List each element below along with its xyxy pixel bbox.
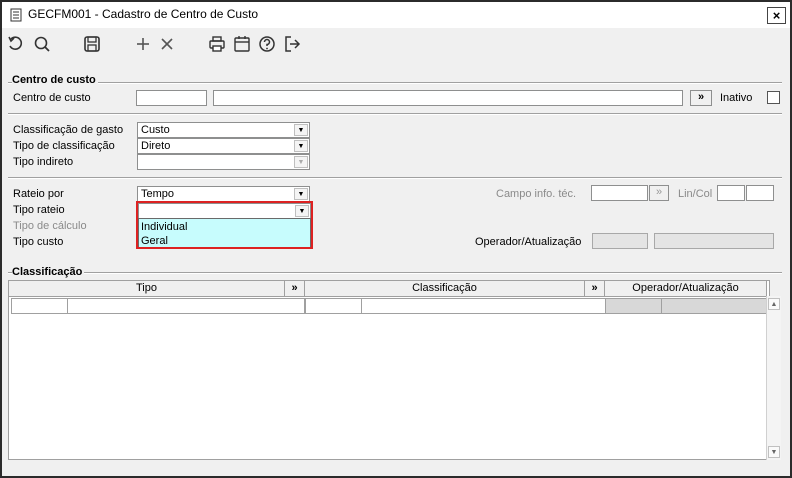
grid-cell-tipo-code[interactable] <box>11 298 68 314</box>
tipo-rateio-label: Tipo rateio <box>13 204 65 216</box>
classificacao-gasto-value: Custo <box>141 124 170 136</box>
campo-info-lookup-button[interactable]: » <box>649 185 669 201</box>
chevron-down-icon: ▼ <box>294 188 308 200</box>
tipo-calculo-label: Tipo de cálculo <box>13 220 87 232</box>
rateio-por-label: Rateio por <box>13 188 64 200</box>
grid-cell-operador <box>605 298 662 314</box>
inativo-checkbox[interactable] <box>767 91 780 104</box>
toolbar <box>2 28 790 60</box>
save-icon[interactable] <box>82 34 102 54</box>
tipo-classificacao-value: Direto <box>141 140 171 152</box>
annotation-highlight-box <box>136 201 313 249</box>
undo-icon[interactable] <box>6 34 26 54</box>
scroll-up-icon[interactable]: ▲ <box>768 298 780 310</box>
classificacao-grid: Tipo » Classificação » Operador/Atualiza… <box>8 280 770 460</box>
centro-custo-lookup-button[interactable]: » <box>690 90 712 106</box>
operador-atualizacao-label: Operador/Atualização <box>475 236 582 248</box>
add-icon[interactable] <box>133 34 153 54</box>
column-header-tipo[interactable]: Tipo <box>9 281 285 297</box>
column-header-classificacao[interactable]: Classificação <box>305 281 585 297</box>
column-header-operador-atualizacao[interactable]: Operador/Atualização <box>605 281 767 297</box>
column-header-classificacao-lookup[interactable]: » <box>585 281 605 297</box>
column-header-tipo-lookup[interactable]: » <box>285 281 305 297</box>
window-title: GECFM001 - Cadastro de Centro de Custo <box>28 7 259 21</box>
exit-icon[interactable] <box>282 34 302 54</box>
campo-info-tec-label: Campo info. téc. <box>496 188 577 200</box>
scroll-down-icon[interactable]: ▼ <box>768 446 780 458</box>
document-icon <box>10 8 22 22</box>
centro-custo-code-input[interactable] <box>136 90 207 106</box>
calendar-icon[interactable] <box>232 34 252 54</box>
search-icon[interactable] <box>32 34 52 54</box>
close-button[interactable]: × <box>767 7 786 24</box>
lin-input[interactable] <box>717 185 745 201</box>
group-title-classificacao: Classificação <box>12 266 85 278</box>
tipo-indireto-select[interactable]: ▼ <box>137 154 310 170</box>
grid-cell-classificacao-code[interactable] <box>305 298 362 314</box>
operador-input <box>592 233 648 249</box>
chevron-down-icon: ▼ <box>294 156 308 168</box>
group-title-centro-custo: Centro de custo <box>12 74 98 86</box>
title-bar: GECFM001 - Cadastro de Centro de Custo × <box>2 2 790 28</box>
chevron-down-icon: ▼ <box>294 124 308 136</box>
separator <box>8 113 782 115</box>
help-icon[interactable] <box>257 34 277 54</box>
tipo-indireto-label: Tipo indireto <box>13 156 74 168</box>
classificacao-gasto-label: Classificação de gasto <box>13 124 124 136</box>
group-top-border <box>8 82 782 84</box>
delete-icon[interactable] <box>157 34 177 54</box>
centro-custo-label: Centro de custo <box>13 92 91 104</box>
tipo-classificacao-select[interactable]: Direto ▼ <box>137 138 310 154</box>
centro-custo-description-input[interactable] <box>213 90 683 106</box>
classificacao-gasto-select[interactable]: Custo ▼ <box>137 122 310 138</box>
atualizacao-input <box>654 233 774 249</box>
print-icon[interactable] <box>207 34 227 54</box>
separator <box>8 177 782 179</box>
grid-cell-atualizacao <box>661 298 767 314</box>
rateio-por-select[interactable]: Tempo ▼ <box>137 186 310 202</box>
inativo-label: Inativo <box>720 92 753 104</box>
grid-cell-tipo-description[interactable] <box>67 298 305 314</box>
tipo-custo-label: Tipo custo <box>13 236 64 248</box>
chevron-down-icon: ▼ <box>294 140 308 152</box>
grid-cell-classificacao-description[interactable] <box>361 298 606 314</box>
group-top-border <box>8 272 782 274</box>
rateio-por-value: Tempo <box>141 188 175 200</box>
col-input[interactable] <box>746 185 774 201</box>
campo-info-tec-input[interactable] <box>591 185 648 201</box>
grid-vertical-scrollbar[interactable]: ▲ ▼ <box>766 296 781 460</box>
tipo-classificacao-label: Tipo de classificação <box>13 140 115 152</box>
lin-col-label: Lin/Col <box>678 188 713 200</box>
